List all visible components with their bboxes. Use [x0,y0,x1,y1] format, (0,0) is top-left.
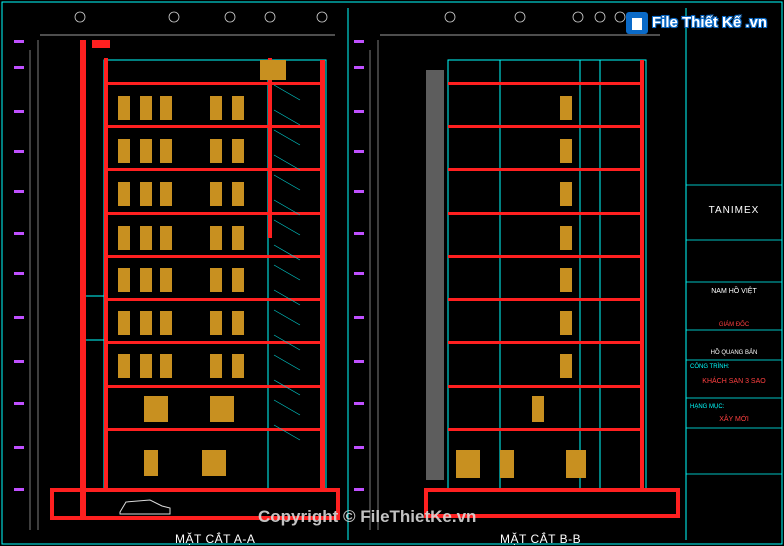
section-b-title: MẶT CẮT B-B [500,532,582,546]
category-label: HẠNG MỤC: [690,404,725,410]
director-role: GIÁM ĐỐC [718,322,750,328]
project-name: KHÁCH SẠN 3 SAO [702,378,766,385]
section-a-title: MẶT CẮT A-A [175,532,256,546]
copyright-watermark: Copyright © FileThietKe.vn [258,507,477,526]
title-block-frame [686,184,782,475]
section-a-structure [50,40,340,520]
director-name: HỒ QUANG BẢN [710,350,758,356]
section-b-structure [424,59,680,518]
grid-axes [40,11,660,36]
cad-drawing [1,1,783,545]
company-name: TANIMEX [708,205,760,216]
logo-text: File Thiết Kế .vn [652,14,768,31]
project-label: CÔNG TRÌNH: [690,364,730,370]
category-value: XÂY MỚI [719,416,749,423]
level-markers [14,40,364,491]
car-icon [119,499,171,515]
partner-name: NAM HỒ VIỆT [711,288,757,295]
